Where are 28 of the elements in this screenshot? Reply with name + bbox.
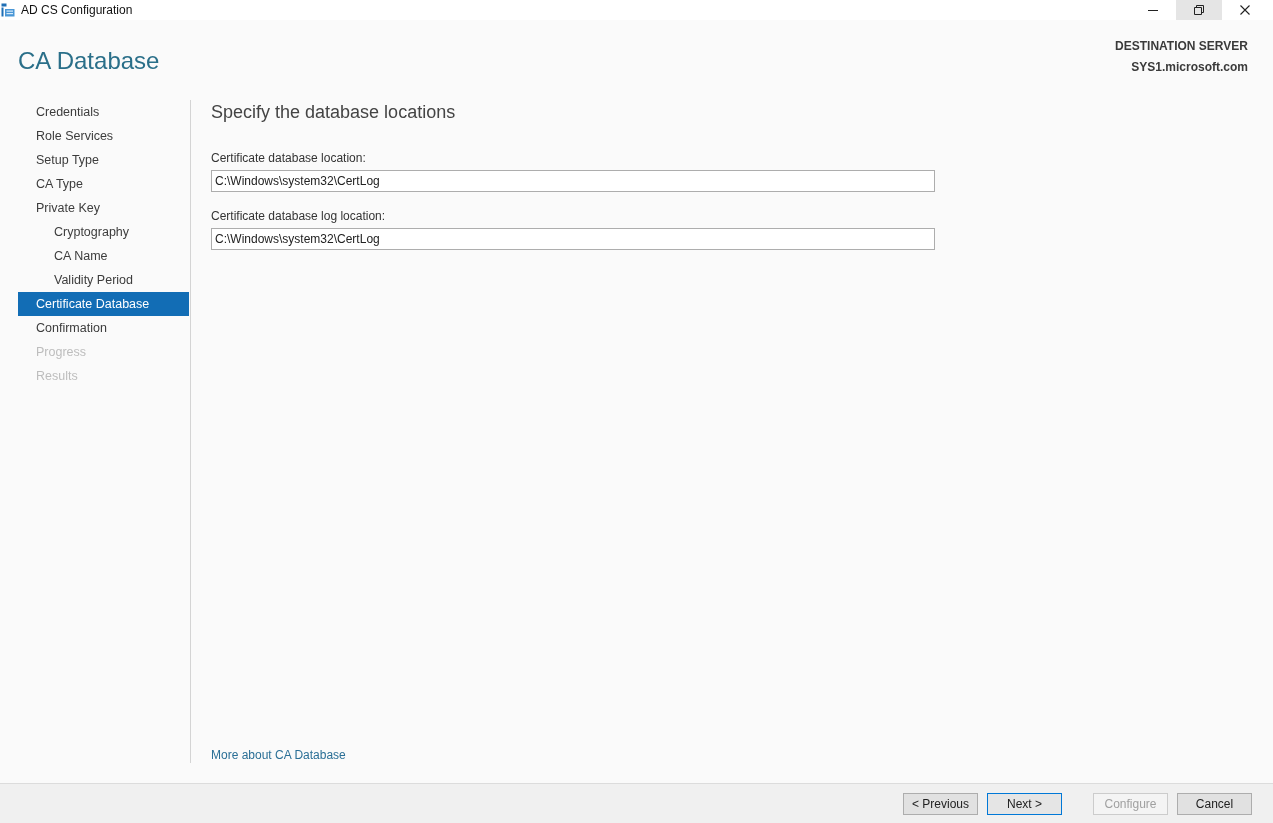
wizard-step-item[interactable]: Credentials xyxy=(18,100,189,124)
wizard-step-item[interactable]: Cryptography xyxy=(18,220,189,244)
wizard-action-button[interactable]: Cancel xyxy=(1177,792,1252,815)
wizard-nav-button[interactable]: Next > xyxy=(987,792,1062,815)
section-heading: Specify the database locations xyxy=(211,101,456,124)
window-title: AD CS Configuration xyxy=(21,3,133,17)
destination-server-name: SYS1.microsoft.com xyxy=(1131,59,1248,76)
field-label: Certificate database location: xyxy=(211,150,366,166)
restore-button[interactable] xyxy=(1176,0,1222,20)
wizard-step-item[interactable]: Setup Type xyxy=(18,148,189,172)
path-text-field[interactable]: C:\Windows\system32\CertLog xyxy=(211,228,935,250)
wizard-step-item[interactable]: Role Services xyxy=(18,124,189,148)
path-text-field[interactable]: C:\Windows\system32\CertLog xyxy=(211,170,935,192)
page-title: CA Database xyxy=(18,46,160,76)
wizard-step-item[interactable]: CA Type xyxy=(18,172,189,196)
wizard-nav-button[interactable]: < Previous xyxy=(903,792,978,815)
wizard-step-item[interactable]: Certificate Database xyxy=(18,292,189,316)
wizard-step-item[interactable]: Private Key xyxy=(18,196,189,220)
wizard-step-item[interactable]: Validity Period xyxy=(18,268,189,292)
close-icon xyxy=(1240,5,1250,15)
destination-server-label: DESTINATION SERVER xyxy=(1115,38,1248,55)
wizard-step-item[interactable]: CA Name xyxy=(18,244,189,268)
restore-icon xyxy=(1194,5,1204,15)
minimize-icon xyxy=(1148,9,1158,11)
field-label: Certificate database log location: xyxy=(211,208,386,224)
wizard-step-item[interactable]: Confirmation xyxy=(18,316,189,340)
server-app-icon xyxy=(1,3,15,17)
help-link[interactable]: More about CA Database xyxy=(211,747,346,763)
